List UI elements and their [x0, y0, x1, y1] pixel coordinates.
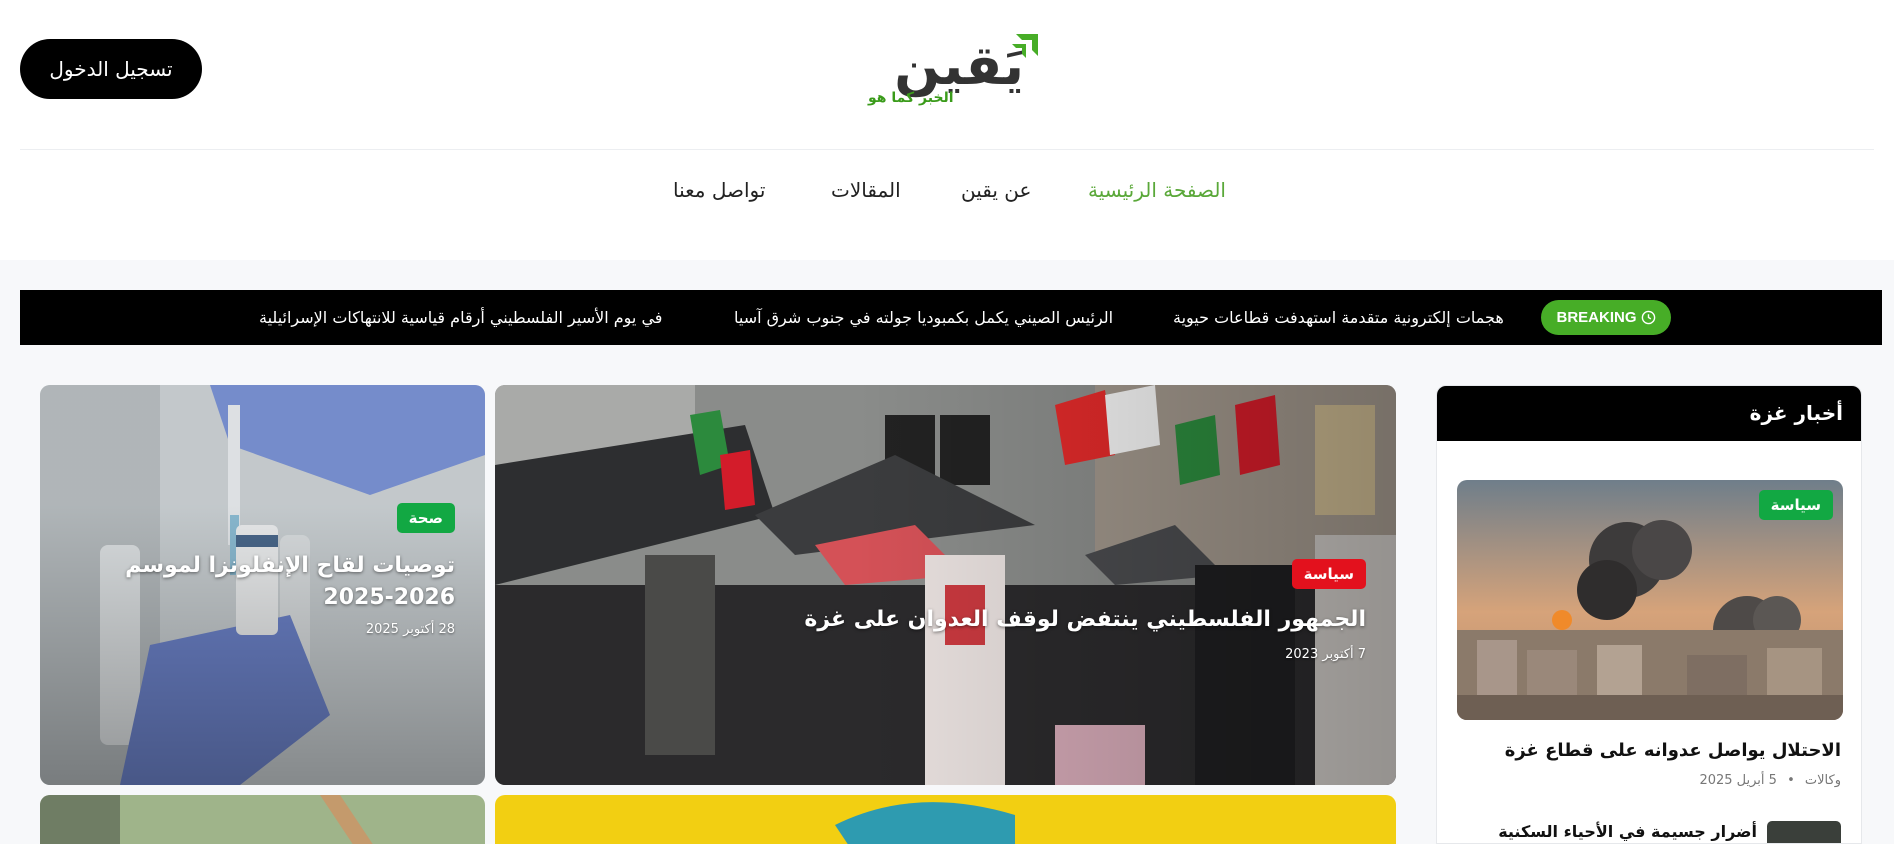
nav-home[interactable]: الصفحة الرئيسية: [1088, 178, 1226, 202]
featured-side-date: 28 أكتوبر 2025: [365, 622, 455, 637]
category-badge[interactable]: صحة: [396, 503, 455, 533]
sidebar-header: أخبار غزة: [1437, 386, 1861, 441]
card-overlay: [495, 385, 1396, 785]
breaking-badge: BREAKING: [1541, 300, 1671, 335]
ticker-item[interactable]: في يوم الأسير الفلسطيني أرقام قياسية للا…: [259, 290, 662, 345]
sidebar-headline[interactable]: أضرار جسيمة في الأحياء السكنية: [1498, 822, 1757, 841]
sidebar-thumb[interactable]: [1767, 821, 1841, 843]
nav-contact[interactable]: تواصل معنا: [673, 178, 765, 202]
sidebar-top-image[interactable]: سياسة: [1457, 480, 1843, 720]
sidebar-gaza-news: أخبار غزة سياسة الاحتلال يواصل عدوانه عل…: [1436, 385, 1862, 844]
breaking-ticker: هجمات إلكترونية متقدمة استهدفت قطاعات حي…: [20, 290, 1882, 345]
breaking-label: BREAKING: [1556, 309, 1637, 326]
article-date: 5 أبريل 2025: [1699, 773, 1777, 788]
ticker-item[interactable]: هجمات إلكترونية متقدمة استهدفت قطاعات حي…: [1173, 290, 1504, 345]
featured-card-side[interactable]: صحة توصيات لقاح الإنفلونزا لموسم 2025-20…: [40, 385, 485, 785]
featured-card-main[interactable]: سياسة الجمهور الفلسطيني ينتفض لوقف العدو…: [495, 385, 1396, 785]
article-source: وكالات: [1804, 773, 1841, 788]
login-button[interactable]: تسجيل الدخول: [20, 39, 202, 99]
sidebar-meta: وكالات • 5 أبريل 2025: [1699, 773, 1841, 788]
article-card-image: [495, 795, 1396, 844]
featured-main-title[interactable]: الجمهور الفلسطيني ينتفض لوقف العدوان على…: [804, 607, 1366, 632]
site-logo[interactable]: يَقين الخبر كما هو: [860, 28, 1040, 114]
clock-icon: [1641, 310, 1655, 325]
category-badge[interactable]: سياسة: [1291, 559, 1366, 589]
category-badge[interactable]: سياسة: [1758, 490, 1833, 520]
article-card[interactable]: [40, 795, 485, 844]
nav-articles[interactable]: المقالات: [831, 178, 901, 202]
logo-arrow-icon: [1012, 34, 1038, 58]
featured-side-title-line1: توصيات لقاح الإنفلونزا لموسم: [125, 553, 455, 578]
sidebar-headline[interactable]: الاحتلال يواصل عدوانه على قطاع غزة: [1505, 740, 1841, 761]
article-card-image: [40, 795, 485, 844]
logo-tagline: الخبر كما هو: [868, 90, 954, 106]
featured-main-date: 7 أكتوبر 2023: [1285, 647, 1366, 662]
sidebar-title[interactable]: أخبار غزة: [1750, 386, 1843, 441]
site-header: تسجيل الدخول يَقين الخبر كما هو الصفحة ا…: [0, 0, 1894, 260]
ticker-item[interactable]: الرئيس الصيني يكمل بكمبوديا جولته في جنو…: [734, 290, 1113, 345]
nav-about[interactable]: عن يقين: [961, 178, 1031, 202]
article-card[interactable]: [495, 795, 1396, 844]
featured-side-title[interactable]: توصيات لقاح الإنفلونزا لموسم 2025-2026: [125, 550, 455, 614]
main-nav: الصفحة الرئيسية عن يقين المقالات تواصل م…: [0, 178, 1894, 212]
featured-side-title-line2: 2025-2026: [323, 585, 455, 610]
header-divider: [20, 149, 1874, 150]
meta-separator: •: [1787, 773, 1795, 788]
